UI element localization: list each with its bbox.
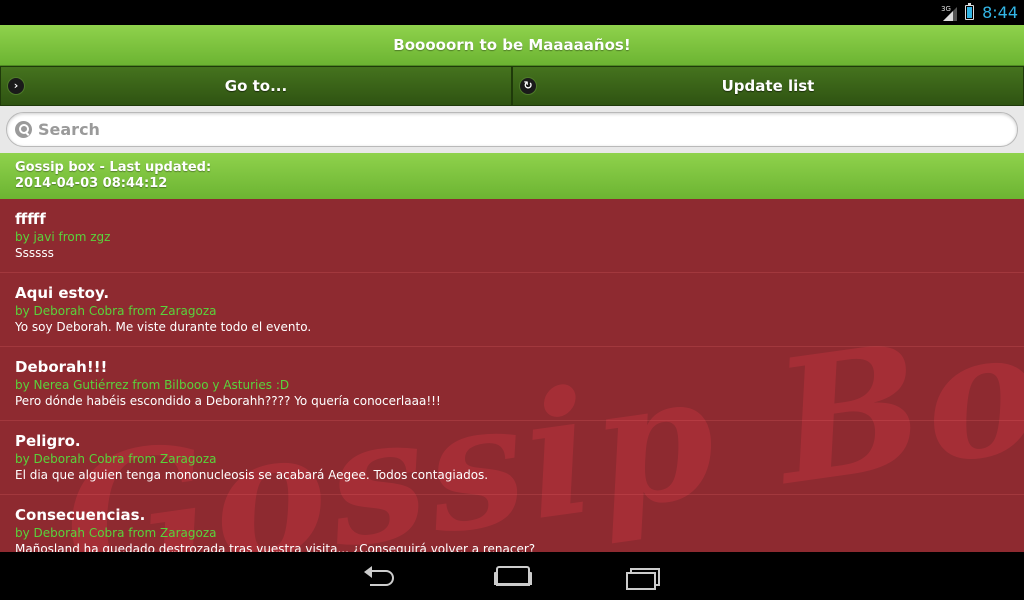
item-author: by Deborah Cobra from Zaragoza	[15, 526, 217, 540]
gossip-list: Gossip Box fffff by javi from zgz Ssssss…	[0, 199, 1024, 552]
list-item[interactable]: Aqui estoy. by Deborah Cobra from Zarago…	[0, 273, 1024, 347]
chevron-right-icon: ›	[7, 77, 25, 95]
item-body: Pero dónde habéis escondido a Deborahh??…	[15, 394, 441, 408]
item-author: by Nerea Gutiérrez from Bilbooo y Asturi…	[15, 378, 290, 392]
item-author: by javi from zgz	[15, 230, 111, 244]
home-icon[interactable]	[492, 564, 532, 588]
search-input[interactable]	[38, 114, 938, 145]
item-body: Yo soy Deborah. Me viste durante todo el…	[15, 320, 312, 334]
item-title: Aqui estoy.	[15, 284, 110, 302]
list-divider: Gossip box - Last updated: 2014-04-03 08…	[0, 153, 1024, 199]
list-item[interactable]: fffff by javi from zgz Ssssss	[0, 199, 1024, 273]
list-item[interactable]: Consecuencias. by Deborah Cobra from Zar…	[0, 495, 1024, 552]
signal-icon: 3G	[941, 4, 959, 22]
list-item[interactable]: Peligro. by Deborah Cobra from Zaragoza …	[0, 421, 1024, 495]
item-title: fffff	[15, 210, 46, 228]
update-list-button[interactable]: ↻ Update list	[512, 66, 1024, 106]
update-list-label: Update list	[721, 77, 815, 95]
search-area	[0, 106, 1024, 153]
battery-icon	[965, 3, 975, 20]
last-updated-label: Gossip box - Last updated:	[15, 160, 212, 175]
nav-buttons: › Go to... ↻ Update list	[0, 66, 1024, 106]
search-box[interactable]	[6, 112, 1018, 147]
page-title: Booooorn to be Maaaaaños!	[393, 36, 631, 54]
item-body: Mañosland ha quedado destrozada tras vue…	[15, 542, 536, 552]
search-icon	[15, 121, 32, 138]
list-item[interactable]: Deborah!!! by Nerea Gutiérrez from Bilbo…	[0, 347, 1024, 421]
status-bar: 3G 8:44	[0, 0, 1024, 25]
item-body: El dia que alguien tenga mononucleosis s…	[15, 468, 489, 482]
system-navigation-bar	[0, 552, 1024, 600]
item-title: Consecuencias.	[15, 506, 146, 524]
item-author: by Deborah Cobra from Zaragoza	[15, 452, 217, 466]
item-author: by Deborah Cobra from Zaragoza	[15, 304, 217, 318]
clock: 8:44	[982, 3, 1018, 22]
goto-label: Go to...	[224, 77, 288, 95]
item-title: Peligro.	[15, 432, 81, 450]
item-body: Ssssss	[15, 246, 54, 260]
item-title: Deborah!!!	[15, 358, 108, 376]
refresh-icon: ↻	[519, 77, 537, 95]
goto-button[interactable]: › Go to...	[0, 66, 512, 106]
recent-apps-icon[interactable]	[622, 564, 662, 590]
last-updated-timestamp: 2014-04-03 08:44:12	[15, 176, 168, 191]
app-header: Booooorn to be Maaaaaños!	[0, 25, 1024, 66]
back-icon[interactable]	[362, 564, 402, 588]
network-type: 3G	[941, 4, 951, 13]
